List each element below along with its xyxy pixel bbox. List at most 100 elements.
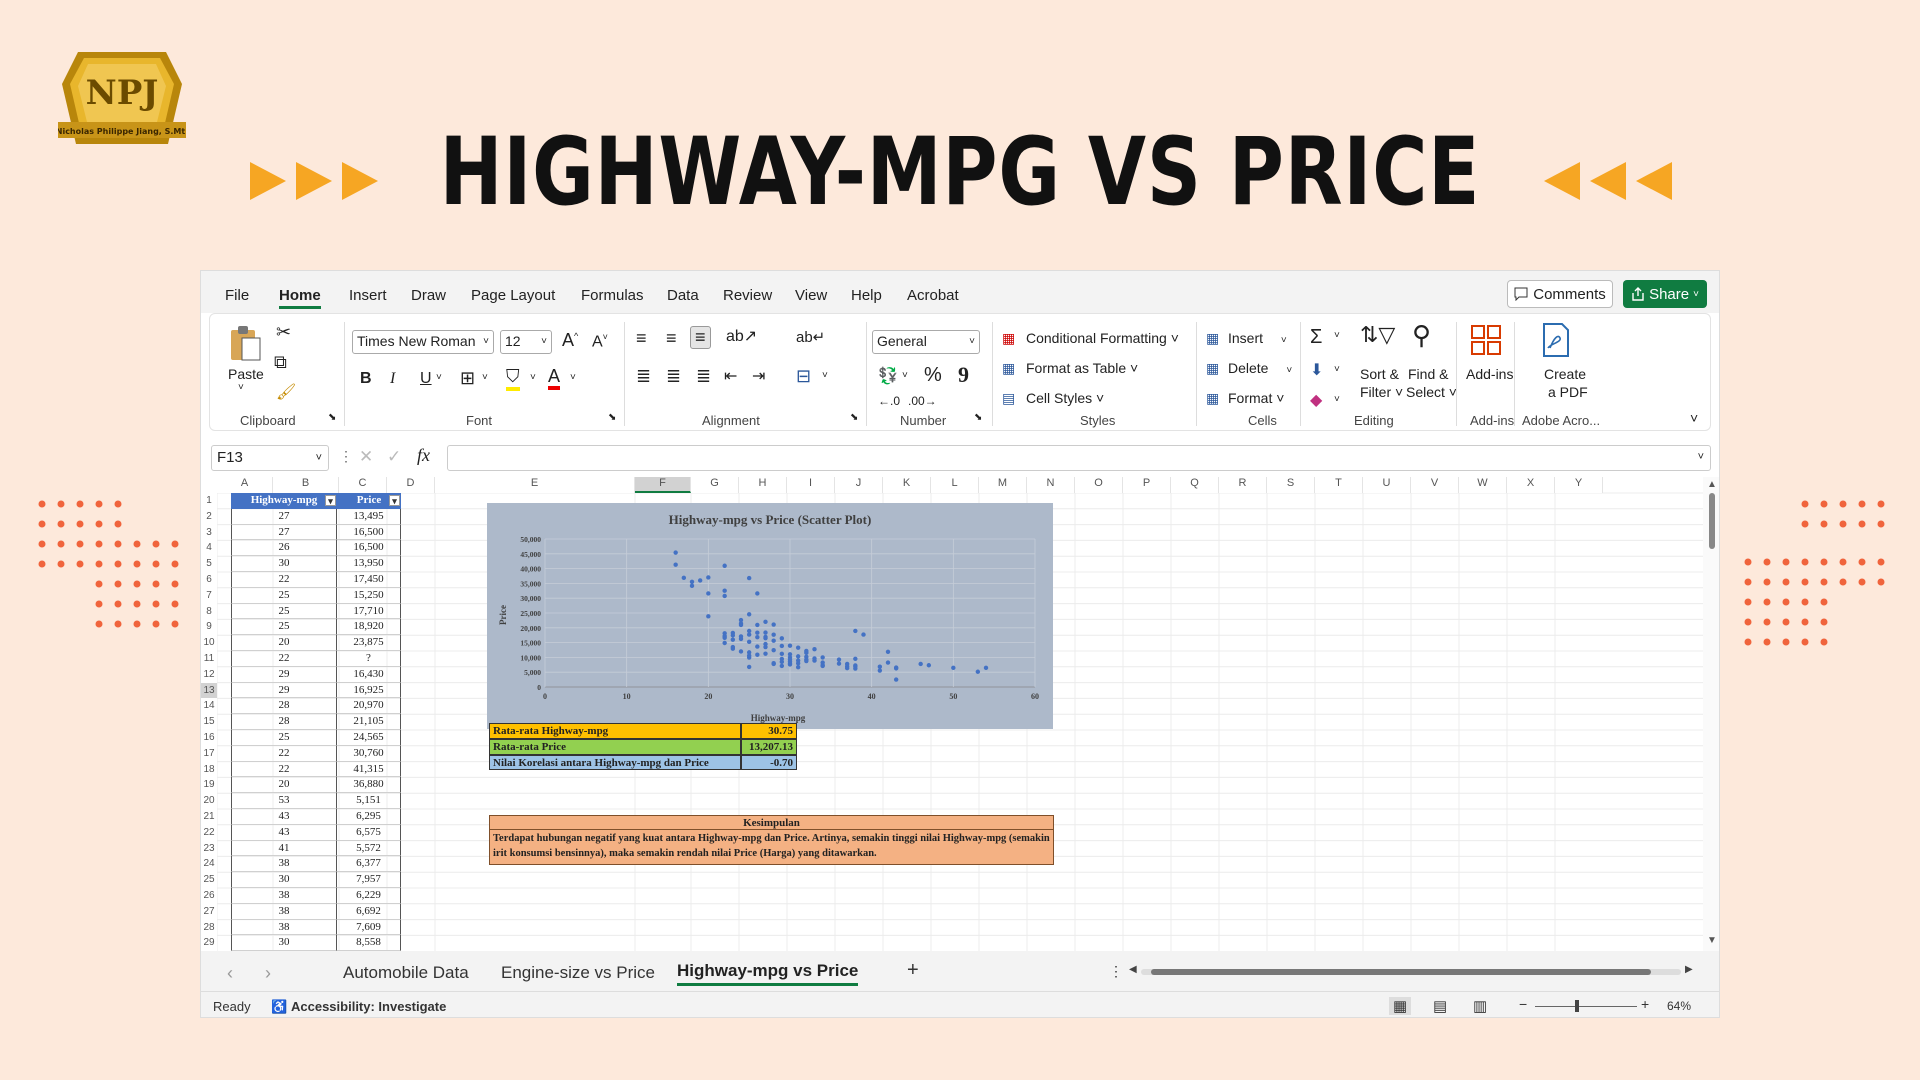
table-cell[interactable]: 6,377 — [337, 856, 401, 873]
underline-button[interactable]: U — [420, 370, 432, 388]
fill-icon[interactable]: ⬇ — [1310, 360, 1323, 380]
row-header-20[interactable]: 20 — [201, 793, 217, 809]
page-break-view-icon[interactable]: ▥ — [1473, 997, 1487, 1015]
zoom-in-icon[interactable]: + — [1641, 996, 1649, 1012]
row-header-9[interactable]: 9 — [201, 619, 217, 636]
table-cell[interactable]: 38 — [231, 903, 337, 920]
column-header-o[interactable]: O — [1075, 477, 1123, 493]
cut-icon[interactable]: ✂ — [276, 322, 291, 343]
table-cell[interactable]: 38 — [231, 856, 337, 873]
table-cell[interactable]: 16,500 — [337, 524, 401, 541]
table-cell[interactable]: 29 — [231, 666, 337, 683]
row-header-12[interactable]: 12 — [201, 666, 217, 683]
column-header-r[interactable]: R — [1219, 477, 1267, 493]
table-cell[interactable]: 22 — [231, 572, 337, 588]
column-header-x[interactable]: X — [1507, 477, 1555, 493]
table-cell[interactable]: 6,575 — [337, 824, 401, 841]
table-cell[interactable]: 36,880 — [337, 777, 401, 794]
next-sheet-icon[interactable]: › — [265, 963, 271, 984]
row-header-8[interactable]: 8 — [201, 603, 217, 620]
menu-insert[interactable]: Insert — [349, 287, 387, 304]
fill-color-chevron-icon[interactable]: ˅ — [530, 372, 536, 383]
find-select-icon[interactable]: ⚲ — [1412, 320, 1431, 351]
row-header-18[interactable]: 18 — [201, 761, 217, 778]
stat-label[interactable]: Rata-rata Highway-mpg — [489, 723, 741, 739]
column-header-s[interactable]: S — [1267, 477, 1315, 493]
accounting-chevron-icon[interactable]: ˅ — [902, 370, 908, 381]
stat-value[interactable]: -0.70 — [741, 754, 797, 771]
delete-cells-button[interactable]: Delete ˅ — [1228, 360, 1292, 376]
row-header-26[interactable]: 26 — [201, 888, 217, 904]
table-cell[interactable]: 16,430 — [337, 666, 401, 683]
ribbon-collapse-icon[interactable]: ˅ — [1690, 410, 1698, 426]
table-header[interactable]: Price ▾ — [337, 493, 401, 509]
row-header-14[interactable]: 14 — [201, 698, 217, 715]
table-cell[interactable]: 27 — [231, 508, 337, 525]
row-header-17[interactable]: 17 — [201, 745, 217, 762]
table-cell[interactable]: 20,970 — [337, 698, 401, 715]
confirm-formula-icon[interactable]: ✓ — [387, 447, 401, 467]
row-header-19[interactable]: 19 — [201, 777, 217, 794]
percent-style-button[interactable]: % — [924, 364, 942, 387]
align-right-icon[interactable]: ≣ — [696, 366, 711, 387]
table-cell[interactable]: 38 — [231, 888, 337, 904]
table-cell[interactable]: 24,565 — [337, 730, 401, 746]
create-pdf-icon[interactable] — [1540, 322, 1572, 358]
table-cell[interactable]: 7,957 — [337, 872, 401, 888]
autosum-chevron-icon[interactable]: ˅ — [1334, 330, 1340, 341]
table-cell[interactable]: 26 — [231, 540, 337, 557]
column-header-d[interactable]: D — [387, 477, 435, 493]
paste-label[interactable]: Paste — [228, 366, 264, 382]
row-header-3[interactable]: 3 — [201, 524, 217, 541]
table-cell[interactable]: 41 — [231, 840, 337, 857]
filter-dropdown-icon[interactable]: ▾ — [325, 495, 336, 506]
row-header-23[interactable]: 23 — [201, 840, 217, 857]
add-ins-icon[interactable] — [1470, 324, 1502, 356]
align-bottom-icon[interactable]: ≡ — [690, 326, 711, 349]
cell-styles-icon[interactable]: ▤ — [1002, 390, 1015, 407]
menu-formulas[interactable]: Formulas — [581, 287, 644, 304]
stat-value[interactable]: 13,207.13 — [741, 738, 797, 755]
number-launcher-icon[interactable]: ⬊ — [974, 412, 982, 423]
comments-button[interactable]: Comments — [1507, 280, 1613, 308]
column-header-t[interactable]: T — [1315, 477, 1363, 493]
wrap-text-icon[interactable]: ab↵ — [796, 328, 825, 346]
borders-icon[interactable]: ⊞ — [460, 368, 475, 389]
table-cell[interactable]: 28 — [231, 714, 337, 730]
format-cells-icon[interactable]: ▦ — [1206, 390, 1219, 407]
table-cell[interactable]: 5,151 — [337, 793, 401, 809]
table-cell[interactable]: 30 — [231, 872, 337, 888]
sheet-tab-highway-mpg[interactable]: Highway-mpg vs Price — [677, 961, 859, 986]
column-header-y[interactable]: Y — [1555, 477, 1603, 493]
row-header-4[interactable]: 4 — [201, 540, 217, 557]
column-header-c[interactable]: C — [339, 477, 387, 493]
fill-color-icon[interactable]: ⛉ — [506, 366, 520, 391]
table-cell[interactable]: 20 — [231, 635, 337, 651]
row-header-10[interactable]: 10 — [201, 635, 217, 651]
page-layout-view-icon[interactable]: ▤ — [1433, 997, 1447, 1015]
scroll-thumb[interactable] — [1709, 493, 1715, 549]
formula-expand-icon[interactable]: ˅ — [1698, 451, 1704, 463]
sheet-tab-automobile-data[interactable]: Automobile Data — [343, 963, 469, 983]
scroll-down-icon[interactable]: ▼ — [1707, 935, 1717, 946]
more-options-icon[interactable]: ⋮ — [339, 448, 353, 465]
row-header-13[interactable]: 13 — [201, 682, 217, 699]
accounting-format-icon[interactable]: 💱 — [878, 366, 898, 386]
format-cells-button[interactable]: Format ˅ — [1228, 390, 1284, 406]
column-header-n[interactable]: N — [1027, 477, 1075, 493]
table-cell[interactable]: 22 — [231, 761, 337, 778]
table-cell[interactable]: 41,315 — [337, 761, 401, 778]
row-header-6[interactable]: 6 — [201, 572, 217, 588]
table-cell[interactable]: 6,295 — [337, 809, 401, 825]
add-sheet-button[interactable]: + — [907, 959, 919, 982]
column-header-j[interactable]: J — [835, 477, 883, 493]
table-cell[interactable]: 30,760 — [337, 745, 401, 762]
grow-font-icon[interactable]: A^ — [562, 330, 578, 351]
insert-cells-icon[interactable]: ▦ — [1206, 330, 1219, 347]
table-cell[interactable]: 13,495 — [337, 508, 401, 525]
column-header-m[interactable]: M — [979, 477, 1027, 493]
table-cell[interactable]: 18,920 — [337, 619, 401, 636]
table-cell[interactable]: 22 — [231, 745, 337, 762]
vertical-scrollbar[interactable]: ▲ ▼ — [1703, 477, 1719, 951]
table-cell[interactable]: 6,692 — [337, 903, 401, 920]
